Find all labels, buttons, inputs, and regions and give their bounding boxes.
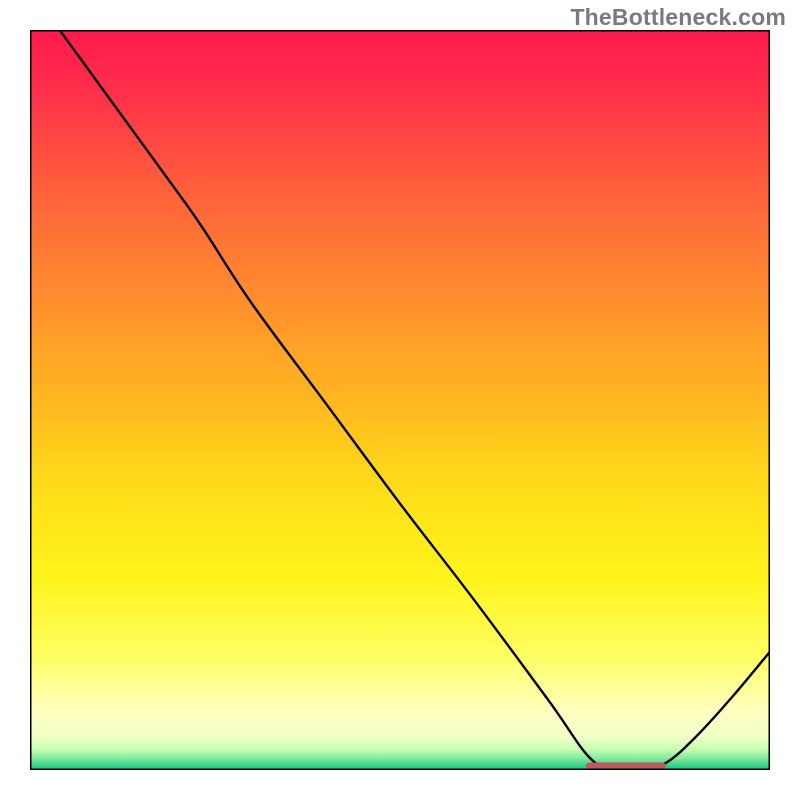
chart-area <box>30 30 770 770</box>
chart-svg <box>30 30 770 770</box>
chart-stage: TheBottleneck.com <box>0 0 800 800</box>
watermark-text: TheBottleneck.com <box>570 4 786 31</box>
